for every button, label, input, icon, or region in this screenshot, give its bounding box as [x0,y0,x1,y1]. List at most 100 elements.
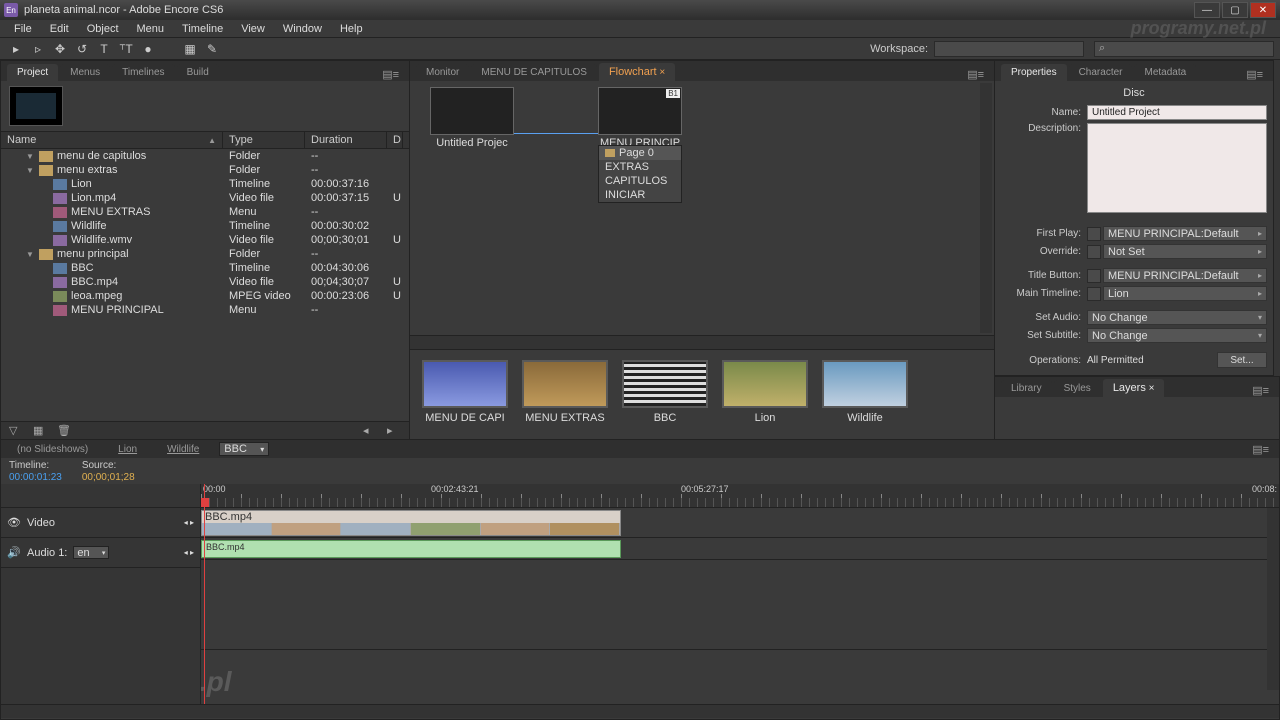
next-icon[interactable]: ▸ [387,424,401,437]
tab-flowchart[interactable]: Flowchart × [599,63,675,81]
timeline-hscroll[interactable] [1,704,1279,718]
tab-metadata[interactable]: Metadata [1134,64,1196,81]
audio-clip[interactable]: BBC.mp4 [201,540,621,558]
tab-project[interactable]: Project [7,64,58,81]
menu-object[interactable]: Object [79,21,127,37]
menu-window[interactable]: Window [275,21,330,37]
firstplay-dropdown[interactable]: MENU PRINCIPAL:Default▸ [1103,226,1267,241]
setsub-dropdown[interactable]: No Change▾ [1087,328,1267,343]
project-row[interactable]: WildlifeTimeline00:00:30:02 [1,219,409,233]
rotate-tool[interactable]: ↺ [72,40,92,58]
project-row[interactable]: MENU PRINCIPALMenu-- [1,303,409,317]
filter-icon[interactable]: ▽ [9,424,23,437]
submenu-item[interactable]: CAPITULOS [599,174,681,188]
search-input[interactable] [1094,41,1274,57]
tray-item[interactable]: MENU EXTRAS [522,360,608,429]
panel-menu-icon[interactable]: ▤≡ [963,68,988,81]
project-row[interactable]: Lion.mp4Video file00:00:37:15U [1,191,409,205]
tab-menu-capitulos[interactable]: MENU DE CAPITULOS [471,64,597,81]
audio-track[interactable]: BBC.mp4 [201,538,1279,560]
move-tool[interactable]: ✥ [50,40,70,58]
text-tool[interactable]: T [94,40,114,58]
link-icon[interactable] [1087,269,1101,283]
video-track-header[interactable]: 👁Video◂ ▸ [1,508,200,538]
project-row[interactable]: leoa.mpegMPEG video00:00:23:06U [1,289,409,303]
audio-lang-dropdown[interactable]: en▾ [73,546,109,559]
col-name[interactable]: Name▲ [1,132,223,148]
project-row[interactable]: LionTimeline00:00:37:16 [1,177,409,191]
tab-layers[interactable]: Layers × [1103,379,1165,397]
project-row[interactable]: ▼menu principalFolder-- [1,247,409,261]
description-field[interactable] [1087,123,1267,213]
preview-tool[interactable]: ▦ [180,40,200,58]
tray-item[interactable]: Wildlife [822,360,908,429]
panel-menu-icon[interactable]: ▤≡ [1248,384,1273,397]
link-icon[interactable] [1087,287,1101,301]
timeline-vscroll[interactable] [1267,508,1279,690]
flowchart-canvas[interactable]: Untitled Projec B1 MENU PRINCIP Page 0 E… [410,81,994,335]
flow-node-disc[interactable]: Untitled Projec [430,87,514,149]
menu-file[interactable]: File [6,21,40,37]
project-row[interactable]: Wildlife.wmvVideo file00;00;30;01U [1,233,409,247]
override-dropdown[interactable]: Not Set▸ [1103,244,1267,259]
video-track[interactable]: BBC.mp4 [201,508,1279,538]
titlebtn-dropdown[interactable]: MENU PRINCIPAL:Default▸ [1103,268,1267,283]
tab-build[interactable]: Build [177,64,219,81]
tl-tab-wildlife[interactable]: Wildlife [157,442,209,457]
video-clip[interactable]: BBC.mp4 [201,510,621,536]
tl-tab-bbc-dropdown[interactable]: BBC▾ [219,442,269,456]
direct-select-tool[interactable]: ▹ [28,40,48,58]
edit-menu-tool[interactable]: ✎ [202,40,222,58]
panel-menu-icon[interactable]: ▤≡ [1242,68,1267,81]
tab-timelines[interactable]: Timelines [112,64,174,81]
tab-monitor[interactable]: Monitor [416,64,469,81]
panel-menu-icon[interactable]: ▤≡ [1248,443,1273,456]
audio-track-header[interactable]: 🔊Audio 1:en▾◂ ▸ [1,538,200,568]
flow-submenu[interactable]: Page 0 EXTRAS CAPITULOS INICIAR [598,145,682,203]
menu-help[interactable]: Help [332,21,371,37]
tl-tab-noslideshow[interactable]: (no Slideshows) [7,442,98,457]
project-row[interactable]: BBC.mp4Video file00;04;30;07U [1,275,409,289]
new-item-icon[interactable]: ▦ [33,424,47,437]
zoom-tool[interactable]: ● [138,40,158,58]
tab-character[interactable]: Character [1069,64,1133,81]
flow-node-menu[interactable]: B1 MENU PRINCIP [598,87,682,149]
workspace-dropdown[interactable] [934,41,1084,57]
menu-edit[interactable]: Edit [42,21,77,37]
tab-properties[interactable]: Properties [1001,64,1067,81]
col-used[interactable]: D [387,132,403,148]
tray-item[interactable]: BBC [622,360,708,429]
tl-tab-lion[interactable]: Lion [108,442,147,457]
tab-library[interactable]: Library [1001,380,1052,397]
delete-icon[interactable]: 🗑 [57,424,71,437]
maintl-dropdown[interactable]: Lion▸ [1103,286,1267,301]
vertical-text-tool[interactable]: ⸆T [116,40,136,58]
tab-styles[interactable]: Styles [1054,380,1101,397]
project-row[interactable]: BBCTimeline00:04:30:06 [1,261,409,275]
tray-item[interactable]: MENU DE CAPI [422,360,508,429]
col-type[interactable]: Type [223,132,305,148]
setaudio-dropdown[interactable]: No Change▾ [1087,310,1267,325]
timeline-ruler[interactable]: 00:00 00:02:43:21 00:05:27:17 00:08: [201,484,1279,508]
eye-icon[interactable]: 👁 [7,516,21,529]
tray-item[interactable]: Lion [722,360,808,429]
tab-menus[interactable]: Menus [60,64,110,81]
col-duration[interactable]: Duration [305,132,387,148]
selection-tool[interactable]: ▸ [6,40,26,58]
project-row[interactable]: MENU EXTRASMenu-- [1,205,409,219]
flow-hscroll[interactable] [410,335,994,349]
ops-set-button[interactable]: Set... [1217,352,1267,368]
source-timecode[interactable]: 00;00;01;28 [82,472,135,483]
link-icon[interactable] [1087,227,1101,241]
name-field[interactable]: Untitled Project [1087,105,1267,120]
flow-vscroll[interactable] [980,83,992,333]
project-row[interactable]: ▼menu extrasFolder-- [1,163,409,177]
speaker-icon[interactable]: 🔊 [7,546,21,559]
submenu-item[interactable]: EXTRAS [599,160,681,174]
panel-menu-icon[interactable]: ▤≡ [378,68,403,81]
menu-view[interactable]: View [233,21,273,37]
menu-menu[interactable]: Menu [129,21,173,37]
timeline-timecode[interactable]: 00:00:01:23 [9,472,62,483]
link-icon[interactable] [1087,245,1101,259]
prev-icon[interactable]: ◂ [363,424,377,437]
